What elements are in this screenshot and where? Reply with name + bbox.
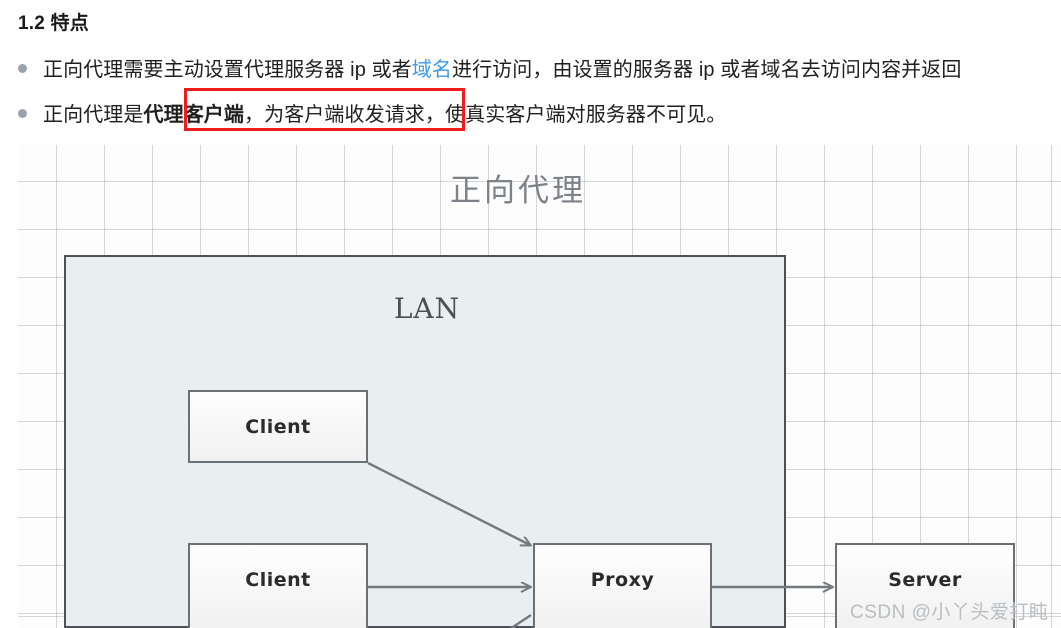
forward-proxy-diagram: 正向代理 LAN Client Client Proxy Server CSDN…	[18, 145, 1061, 628]
feature-bullet-list: 正向代理需要主动设置代理服务器 ip 或者域名进行访问，由设置的服务器 ip 或…	[0, 48, 1061, 138]
bullet-text-2: 正向代理是代理客户端，为客户端收发请求，使真实客户端对服务器不可见。	[43, 93, 726, 138]
list-item: 正向代理是代理客户端，为客户端收发请求，使真实客户端对服务器不可见。	[0, 93, 1061, 138]
bullet-dot-icon	[18, 109, 27, 118]
bullet-2-post: ，为客户端收发请求，使真实客户端对服务器不可见。	[244, 104, 727, 126]
bullet-dot-icon	[18, 64, 27, 73]
bullet-text-1: 正向代理需要主动设置代理服务器 ip 或者域名进行访问，由设置的服务器 ip 或…	[43, 48, 961, 93]
node-proxy[interactable]: Proxy	[533, 543, 712, 628]
diagram-title: 正向代理	[450, 173, 586, 209]
node-server-label: Server	[888, 569, 962, 591]
csdn-watermark: CSDN @小丫头爱打盹	[850, 602, 1049, 623]
domain-name-link[interactable]: 域名	[412, 59, 452, 81]
node-client-1[interactable]: Client	[188, 390, 368, 463]
bullet-2-bold: 代理客户端	[143, 104, 244, 126]
bullet-1-pre: 正向代理需要主动设置代理服务器 ip 或者	[43, 59, 412, 81]
bullet-1-post: 进行访问，由设置的服务器 ip 或者域名去访问内容并返回	[451, 59, 962, 81]
node-proxy-label: Proxy	[590, 569, 655, 591]
node-client-2-label: Client	[245, 569, 311, 591]
node-client-2[interactable]: Client	[188, 543, 368, 628]
page-title: 1.2 特点	[18, 13, 89, 34]
node-client-1-label: Client	[245, 415, 311, 438]
lan-label: LAN	[393, 292, 461, 325]
bullet-2-pre: 正向代理是	[43, 104, 144, 126]
list-item: 正向代理需要主动设置代理服务器 ip 或者域名进行访问，由设置的服务器 ip 或…	[0, 48, 1061, 93]
